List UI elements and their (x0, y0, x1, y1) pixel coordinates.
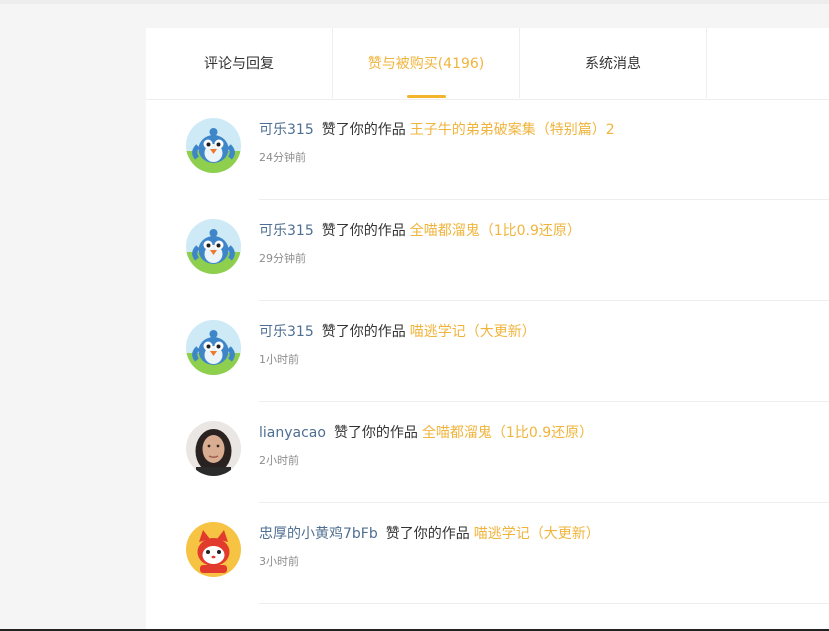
username-link[interactable]: 可乐315 (259, 223, 314, 239)
active-tab-indicator (407, 95, 446, 98)
tab-likes-purchases[interactable]: 赞与被购买(4196) (333, 28, 520, 98)
notification-text: 可乐315 赞了你的作品 喵逃学记（大更新） (259, 323, 536, 341)
divider (259, 603, 829, 604)
tab-system-messages[interactable]: 系统消息 (520, 28, 707, 98)
tab-label: 系统消息 (585, 56, 641, 72)
notification-item: 可乐315 赞了你的作品 喵逃学记（大更新） 1小时前 (146, 301, 829, 402)
username-link[interactable]: 可乐315 (259, 122, 314, 138)
message-tabs: 评论与回复 赞与被购买(4196) 系统消息 (146, 28, 829, 100)
notification-item: lianyacao 赞了你的作品 全喵都溜鬼（1比0.9还原） 2小时前 (146, 402, 829, 503)
timestamp: 1小时前 (259, 353, 299, 366)
notification-text: 忠厚的小黄鸡7bFb 赞了你的作品 喵逃学记（大更新） (259, 525, 600, 543)
username-link[interactable]: lianyacao (259, 425, 326, 441)
timestamp: 29分钟前 (259, 252, 306, 265)
photo-avatar-icon[interactable] (186, 421, 241, 476)
work-title-link[interactable]: 王子牛的弟弟破案集（特别篇）2 (410, 122, 615, 138)
work-title-link[interactable]: 全喵都溜鬼（1比0.9还原） (422, 425, 593, 441)
tab-label: 评论与回复 (204, 56, 274, 72)
cat-avatar-icon[interactable] (186, 522, 241, 577)
work-title-link[interactable]: 喵逃学记（大更新） (410, 324, 536, 340)
notification-item: 忠厚的小黄鸡7bFb 赞了你的作品 喵逃学记（大更新） 3小时前 (146, 503, 829, 604)
timestamp: 24分钟前 (259, 151, 306, 164)
bird-avatar-icon[interactable] (186, 320, 241, 375)
work-title-link[interactable]: 喵逃学记（大更新） (474, 526, 600, 542)
tab-comments-replies[interactable]: 评论与回复 (146, 28, 333, 98)
work-title-link[interactable]: 全喵都溜鬼（1比0.9还原） (410, 223, 581, 239)
action-text: 赞了你的作品 (321, 122, 406, 138)
notification-item: 可乐315 赞了你的作品 王子牛的弟弟破案集（特别篇）2 24分钟前 (146, 99, 829, 200)
notification-text: lianyacao 赞了你的作品 全喵都溜鬼（1比0.9还原） (259, 424, 593, 442)
bird-avatar-icon[interactable] (186, 118, 241, 173)
notification-text: 可乐315 赞了你的作品 全喵都溜鬼（1比0.9还原） (259, 222, 581, 240)
notification-item: 可乐315 赞了你的作品 全喵都溜鬼（1比0.9还原） 29分钟前 (146, 200, 829, 301)
action-text: 赞了你的作品 (333, 425, 418, 441)
username-link[interactable]: 忠厚的小黄鸡7bFb (259, 526, 378, 542)
action-text: 赞了你的作品 (321, 223, 406, 239)
notification-text: 可乐315 赞了你的作品 王子牛的弟弟破案集（特别篇）2 (259, 121, 615, 139)
bird-avatar-icon[interactable] (186, 219, 241, 274)
messages-panel: 评论与回复 赞与被购买(4196) 系统消息 可乐315 赞了你的作品 王子牛的弟弟… (146, 28, 829, 631)
timestamp: 2小时前 (259, 454, 299, 467)
timestamp: 3小时前 (259, 555, 299, 568)
tab-label: 赞与被购买(4196) (367, 56, 485, 72)
username-link[interactable]: 可乐315 (259, 324, 314, 340)
action-text: 赞了你的作品 (385, 526, 470, 542)
top-border (0, 0, 829, 4)
action-text: 赞了你的作品 (321, 324, 406, 340)
tab-extra[interactable] (707, 28, 829, 98)
